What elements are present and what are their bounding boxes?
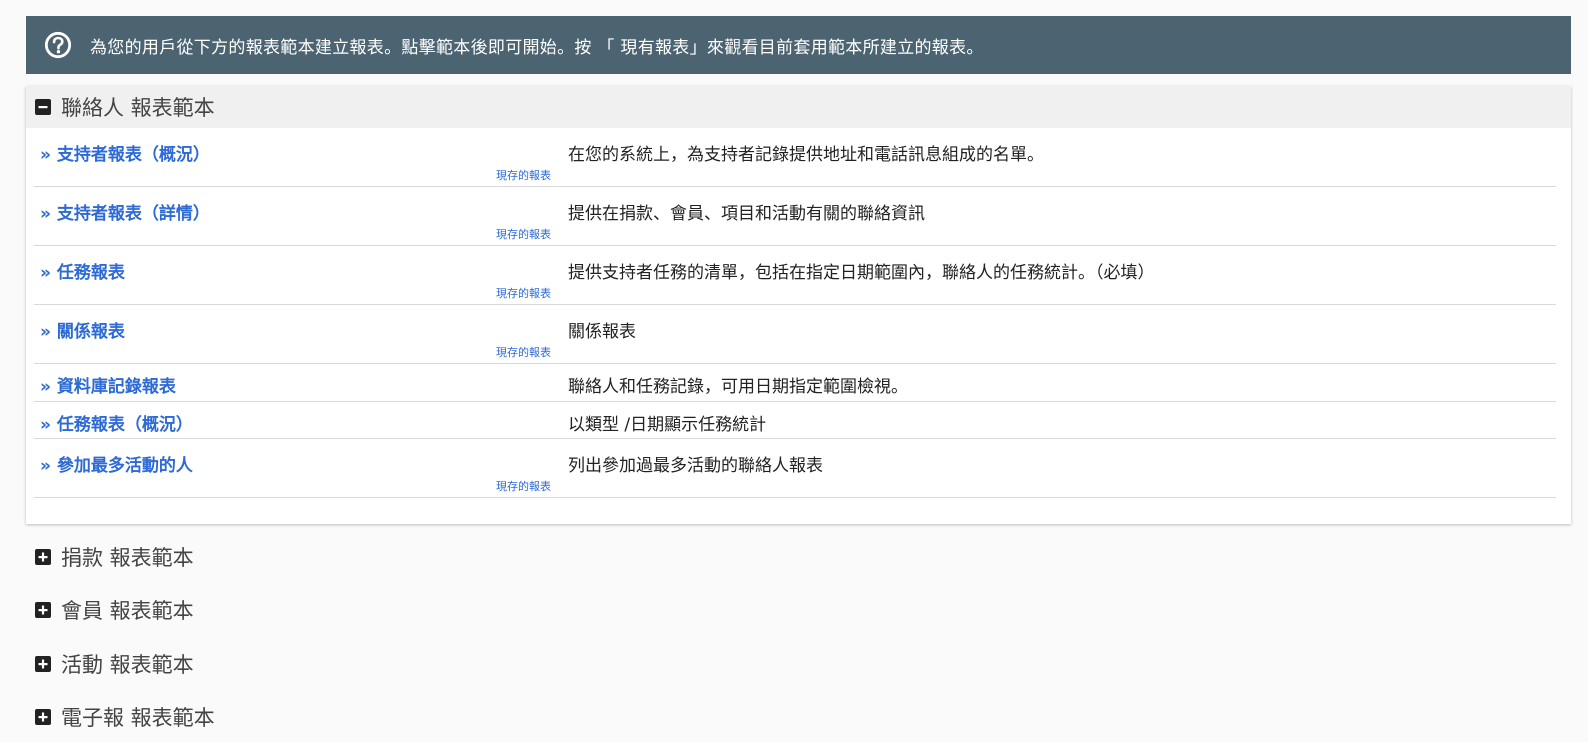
newsletter-section-header[interactable]: 電子報 報表範本: [26, 699, 626, 735]
report-description: 以類型 /日期顯示任務統計: [568, 414, 767, 435]
report-link-supporter-summary[interactable]: » 支持者報表（概況）: [40, 140, 210, 165]
report-link-supporter-detail[interactable]: » 支持者報表（詳情）: [40, 199, 210, 224]
saved-reports-link[interactable]: 現存的報表: [496, 226, 551, 242]
report-description: 關係報表: [568, 322, 636, 342]
report-description: 在您的系統上，為支持者記錄提供地址和電話訊息組成的名單。: [568, 145, 1044, 165]
report-link-database-log[interactable]: » 資料庫記錄報表: [40, 372, 176, 397]
plus-square-icon[interactable]: [35, 549, 51, 565]
help-text: 為您的用戶從下方的報表範本建立報表。點擊範本後即可開始。按 「 現有報表」來觀看…: [90, 37, 984, 58]
report-row: » 任務報表（概況） 以類型 /日期顯示任務統計: [34, 402, 1556, 439]
report-row: » 資料庫記錄報表 聯絡人和任務記錄，可用日期指定範圍檢視。: [34, 364, 1556, 402]
minus-square-icon[interactable]: [35, 99, 51, 115]
report-description: 提供支持者任務的清單，包括在指定日期範圍內，聯絡人的任務統計。（必填）: [568, 263, 1155, 283]
report-row: » 任務報表 現存的報表 提供支持者任務的清單，包括在指定日期範圍內，聯絡人的任…: [34, 246, 1556, 305]
plus-square-icon[interactable]: [35, 656, 51, 672]
report-template-list: » 支持者報表（概況） 現存的報表 在您的系統上，為支持者記錄提供地址和電話訊息…: [34, 128, 1556, 498]
report-description: 列出參加過最多活動的聯絡人報表: [568, 456, 823, 476]
report-link-task[interactable]: » 任務報表: [40, 258, 125, 283]
saved-reports-link[interactable]: 現存的報表: [496, 285, 551, 301]
report-row: » 支持者報表（概況） 現存的報表 在您的系統上，為支持者記錄提供地址和電話訊息…: [34, 128, 1556, 187]
section-title: 捐款 報表範本: [61, 546, 194, 570]
plus-square-icon[interactable]: [35, 602, 51, 618]
section-title: 活動 報表範本: [61, 653, 194, 677]
section-title: 會員 報表範本: [61, 599, 194, 623]
membership-section-header[interactable]: 會員 報表範本: [26, 592, 626, 628]
report-row: » 支持者報表（詳情） 現存的報表 提供在捐款、會員、項目和活動有關的聯絡資訊: [34, 187, 1556, 246]
saved-reports-link[interactable]: 現存的報表: [496, 167, 551, 183]
report-link-top-participants[interactable]: » 參加最多活動的人: [40, 451, 193, 476]
report-description: 提供在捐款、會員、項目和活動有關的聯絡資訊: [568, 204, 925, 224]
saved-reports-link[interactable]: 現存的報表: [496, 344, 551, 360]
report-row: » 關係報表 現存的報表 關係報表: [34, 305, 1556, 364]
help-banner: 為您的用戶從下方的報表範本建立報表。點擊範本後即可開始。按 「 現有報表」來觀看…: [26, 16, 1571, 74]
section-title: 聯絡人 報表範本: [61, 96, 215, 120]
report-link-task-summary[interactable]: » 任務報表（概況）: [40, 410, 193, 435]
contacts-section-header[interactable]: 聯絡人 報表範本: [26, 86, 1571, 128]
event-section-header[interactable]: 活動 報表範本: [26, 646, 626, 682]
contribution-section-header[interactable]: 捐款 報表範本: [26, 539, 626, 575]
section-title: 電子報 報表範本: [61, 706, 215, 730]
plus-square-icon[interactable]: [35, 709, 51, 725]
saved-reports-link[interactable]: 現存的報表: [496, 478, 551, 494]
report-description: 聯絡人和任務記錄，可用日期指定範圍檢視。: [568, 377, 908, 397]
report-link-relationship[interactable]: » 關係報表: [40, 317, 125, 342]
question-circle-icon: [44, 31, 72, 59]
contacts-report-templates-panel: 聯絡人 報表範本 » 支持者報表（概況） 現存的報表 在您的系統上，為支持者記錄…: [26, 86, 1571, 524]
report-row: » 參加最多活動的人 現存的報表 列出參加過最多活動的聯絡人報表: [34, 439, 1556, 498]
